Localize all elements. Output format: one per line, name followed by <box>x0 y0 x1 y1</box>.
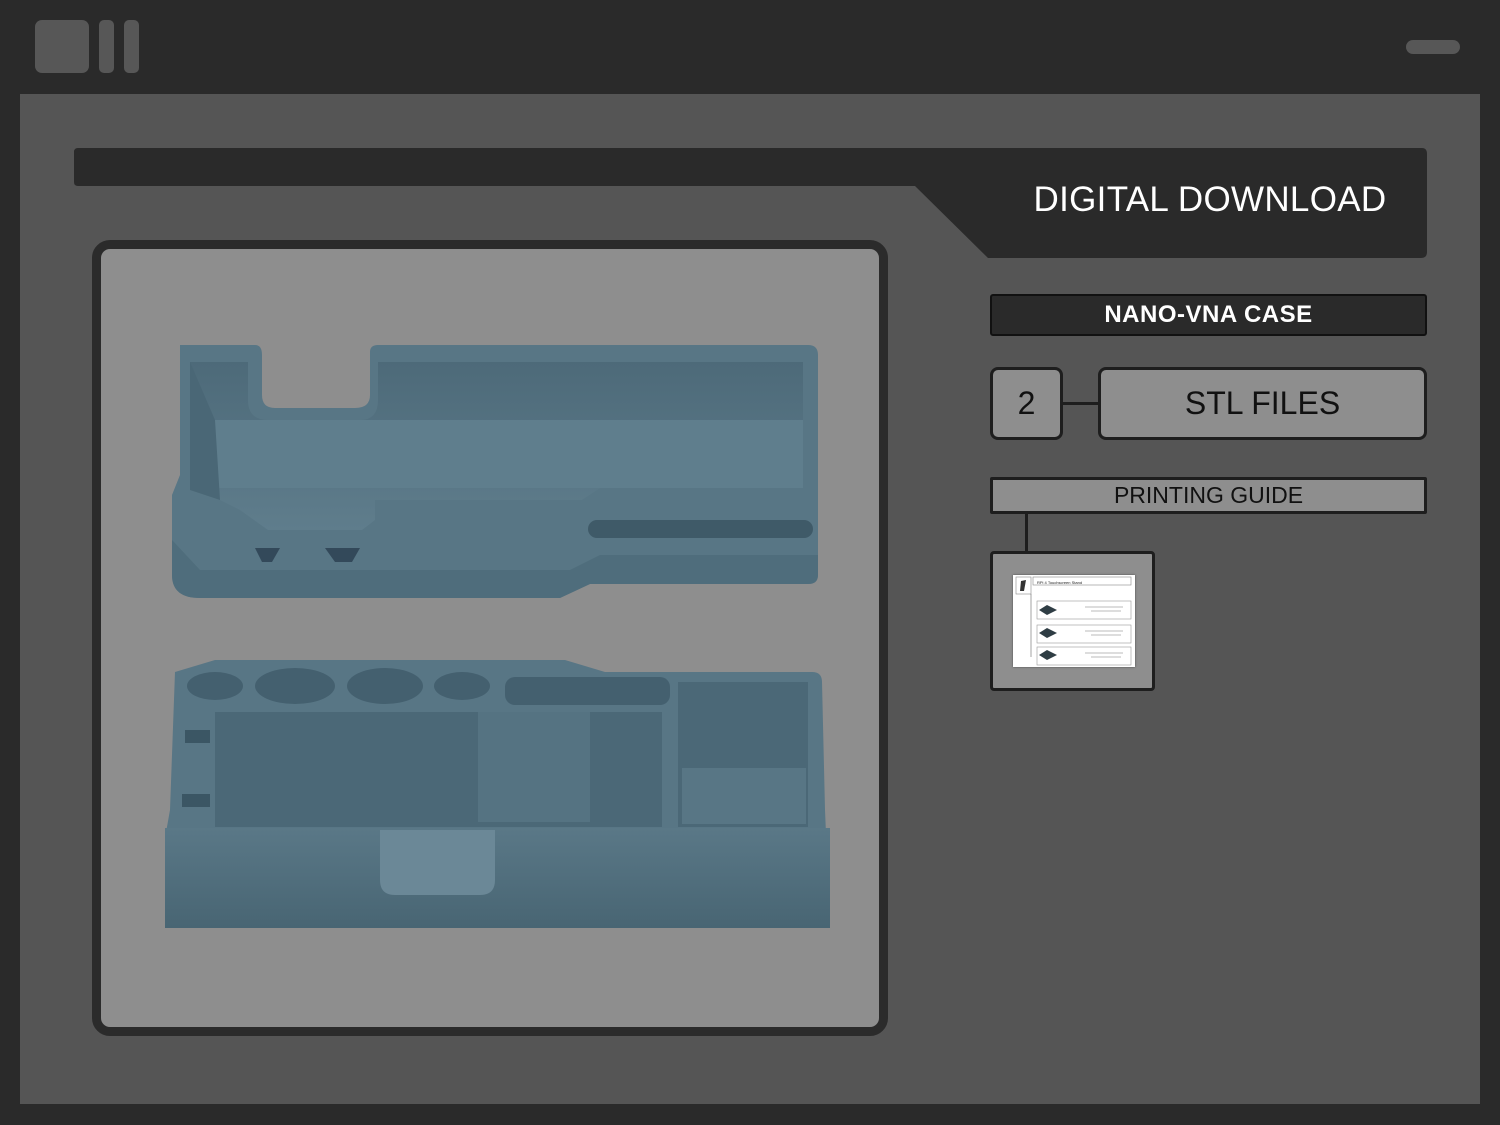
case-top-part <box>172 345 818 598</box>
pause-icon-left-bar[interactable] <box>99 20 114 73</box>
guide-document-diagram <box>1015 576 1132 666</box>
case-model-render <box>165 345 830 928</box>
pause-icon-right-bar[interactable] <box>124 20 139 73</box>
product-preview <box>92 240 888 1036</box>
app-icon[interactable] <box>35 20 89 73</box>
product-name-label: NANO-VNA CASE <box>990 294 1427 336</box>
file-count-value: 2 <box>1017 385 1036 421</box>
case-bottom-part <box>165 660 830 928</box>
guide-document-preview: RPi 4 Touchscreen Stand <box>1013 575 1135 667</box>
file-type-label: STL FILES <box>1098 367 1427 440</box>
file-type-text: STL FILES <box>1184 385 1341 421</box>
minimize-icon[interactable] <box>1406 40 1460 54</box>
connector-line-vertical <box>1025 514 1028 552</box>
page-title: DIGITAL DOWNLOAD <box>1033 180 1387 219</box>
printing-guide-text: PRINTING GUIDE <box>1113 482 1304 508</box>
file-count-badge: 2 <box>990 367 1063 440</box>
connector-line <box>1063 402 1098 405</box>
printing-guide-thumbnail[interactable]: RPi 4 Touchscreen Stand <box>990 551 1155 691</box>
printing-guide-label: PRINTING GUIDE <box>990 477 1427 514</box>
